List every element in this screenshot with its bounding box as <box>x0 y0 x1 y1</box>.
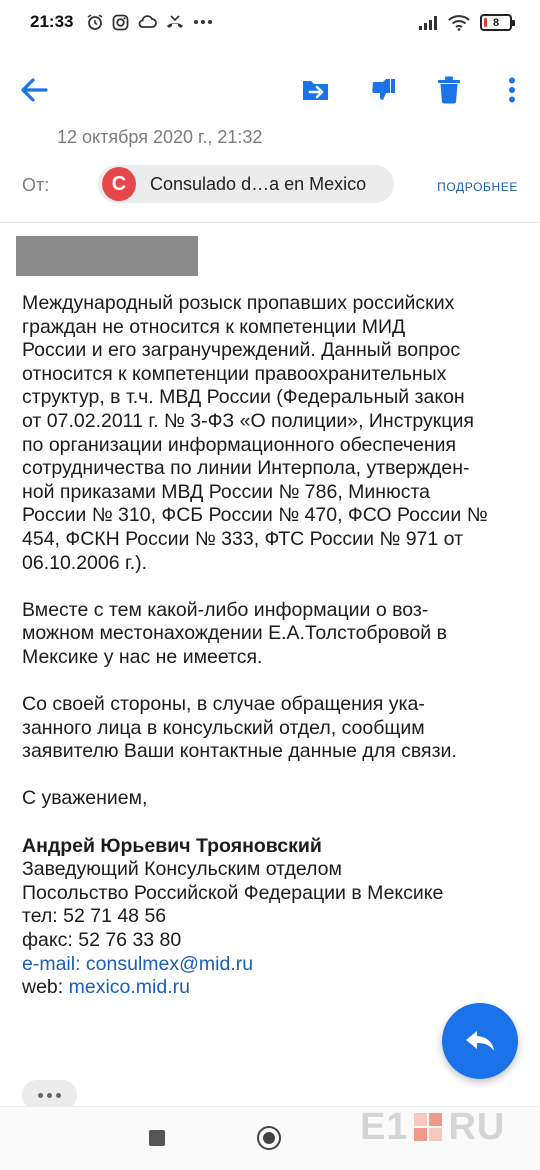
body-paragraph-1: Международный розыск пропавших российски… <box>22 292 488 574</box>
status-icons-left <box>86 13 213 31</box>
status-time: 21:33 <box>30 12 74 31</box>
signal-icon <box>419 15 437 30</box>
signature-org: Посольство Российской Федерации в Мексик… <box>22 881 444 904</box>
signature: Андрей Юрьевич Трояновский Заведующий Ко… <box>22 835 522 1000</box>
delete-icon <box>438 76 460 104</box>
sender-chip[interactable]: C Consulado d…a en Mexico <box>98 165 394 203</box>
body-paragraph-2: Вместе с тем какой-либо информации о воз… <box>22 598 447 668</box>
watermark-squares <box>414 1113 443 1141</box>
delete-button[interactable] <box>429 70 469 110</box>
more-dots-icon <box>194 20 212 24</box>
message-date: 12 октября 2020 г., 21:32 <box>57 127 263 147</box>
move-to-button[interactable] <box>296 70 336 110</box>
more-dot-icon <box>56 1092 61 1098</box>
watermark-text-right: RU <box>448 1105 506 1148</box>
from-label: От: <box>22 175 50 195</box>
signature-phone: тел: 52 71 48 56 <box>22 905 167 928</box>
body-paragraph-3: Со своей стороны, в случае обращения ука… <box>22 693 457 763</box>
watermark-text-left: E1 <box>360 1105 409 1148</box>
spam-button[interactable] <box>364 70 404 110</box>
sender-name: Consulado d…a en Mexico <box>150 173 367 194</box>
reply-icon <box>466 1031 494 1051</box>
battery-icon: 8 <box>480 14 515 31</box>
alarm-icon <box>87 14 103 30</box>
e1-watermark-logo: E1 RU <box>360 1104 505 1150</box>
overflow-menu-icon <box>509 77 515 103</box>
toolbar <box>0 60 540 116</box>
missed-call-icon <box>167 15 183 28</box>
signature-name: Андрей Юрьевич Трояновский <box>22 834 322 857</box>
wifi-icon <box>448 15 470 31</box>
sender-avatar: C <box>102 167 136 201</box>
redacted-block <box>16 236 198 276</box>
message-body: Международный розыск пропавших российски… <box>22 292 522 1000</box>
signature-web-label: web: <box>22 976 69 999</box>
battery-text: 8 <box>492 16 500 29</box>
recents-button[interactable] <box>149 1130 165 1146</box>
more-dot-icon <box>47 1092 52 1098</box>
instagram-icon <box>112 14 129 30</box>
signature-web: web: mexico.mid.ru <box>22 976 522 1000</box>
signature-title: Заведующий Консульским отделом <box>22 858 342 881</box>
status-bar: 21:33 8 <box>0 0 540 48</box>
more-dot-icon <box>38 1092 43 1098</box>
back-arrow-icon <box>21 78 48 102</box>
details-link[interactable]: ПОДРОБНЕЕ <box>437 180 518 194</box>
move-to-icon <box>303 81 328 100</box>
overflow-menu-button[interactable] <box>492 70 532 110</box>
signature-email-link[interactable]: e-mail: consulmex@mid.ru <box>22 953 522 977</box>
home-button[interactable] <box>257 1126 281 1150</box>
battery-level <box>484 18 487 27</box>
signature-fax: факс: 52 76 33 80 <box>22 929 182 952</box>
cloud-icon <box>138 15 157 28</box>
header-divider <box>0 222 540 223</box>
back-button[interactable] <box>14 70 54 110</box>
signature-web-link[interactable]: mexico.mid.ru <box>69 976 190 998</box>
reply-fab[interactable] <box>442 1003 518 1079</box>
spam-icon <box>372 79 395 100</box>
closing-line: С уважением, <box>22 787 148 810</box>
status-icons-right: 8 <box>418 14 515 31</box>
